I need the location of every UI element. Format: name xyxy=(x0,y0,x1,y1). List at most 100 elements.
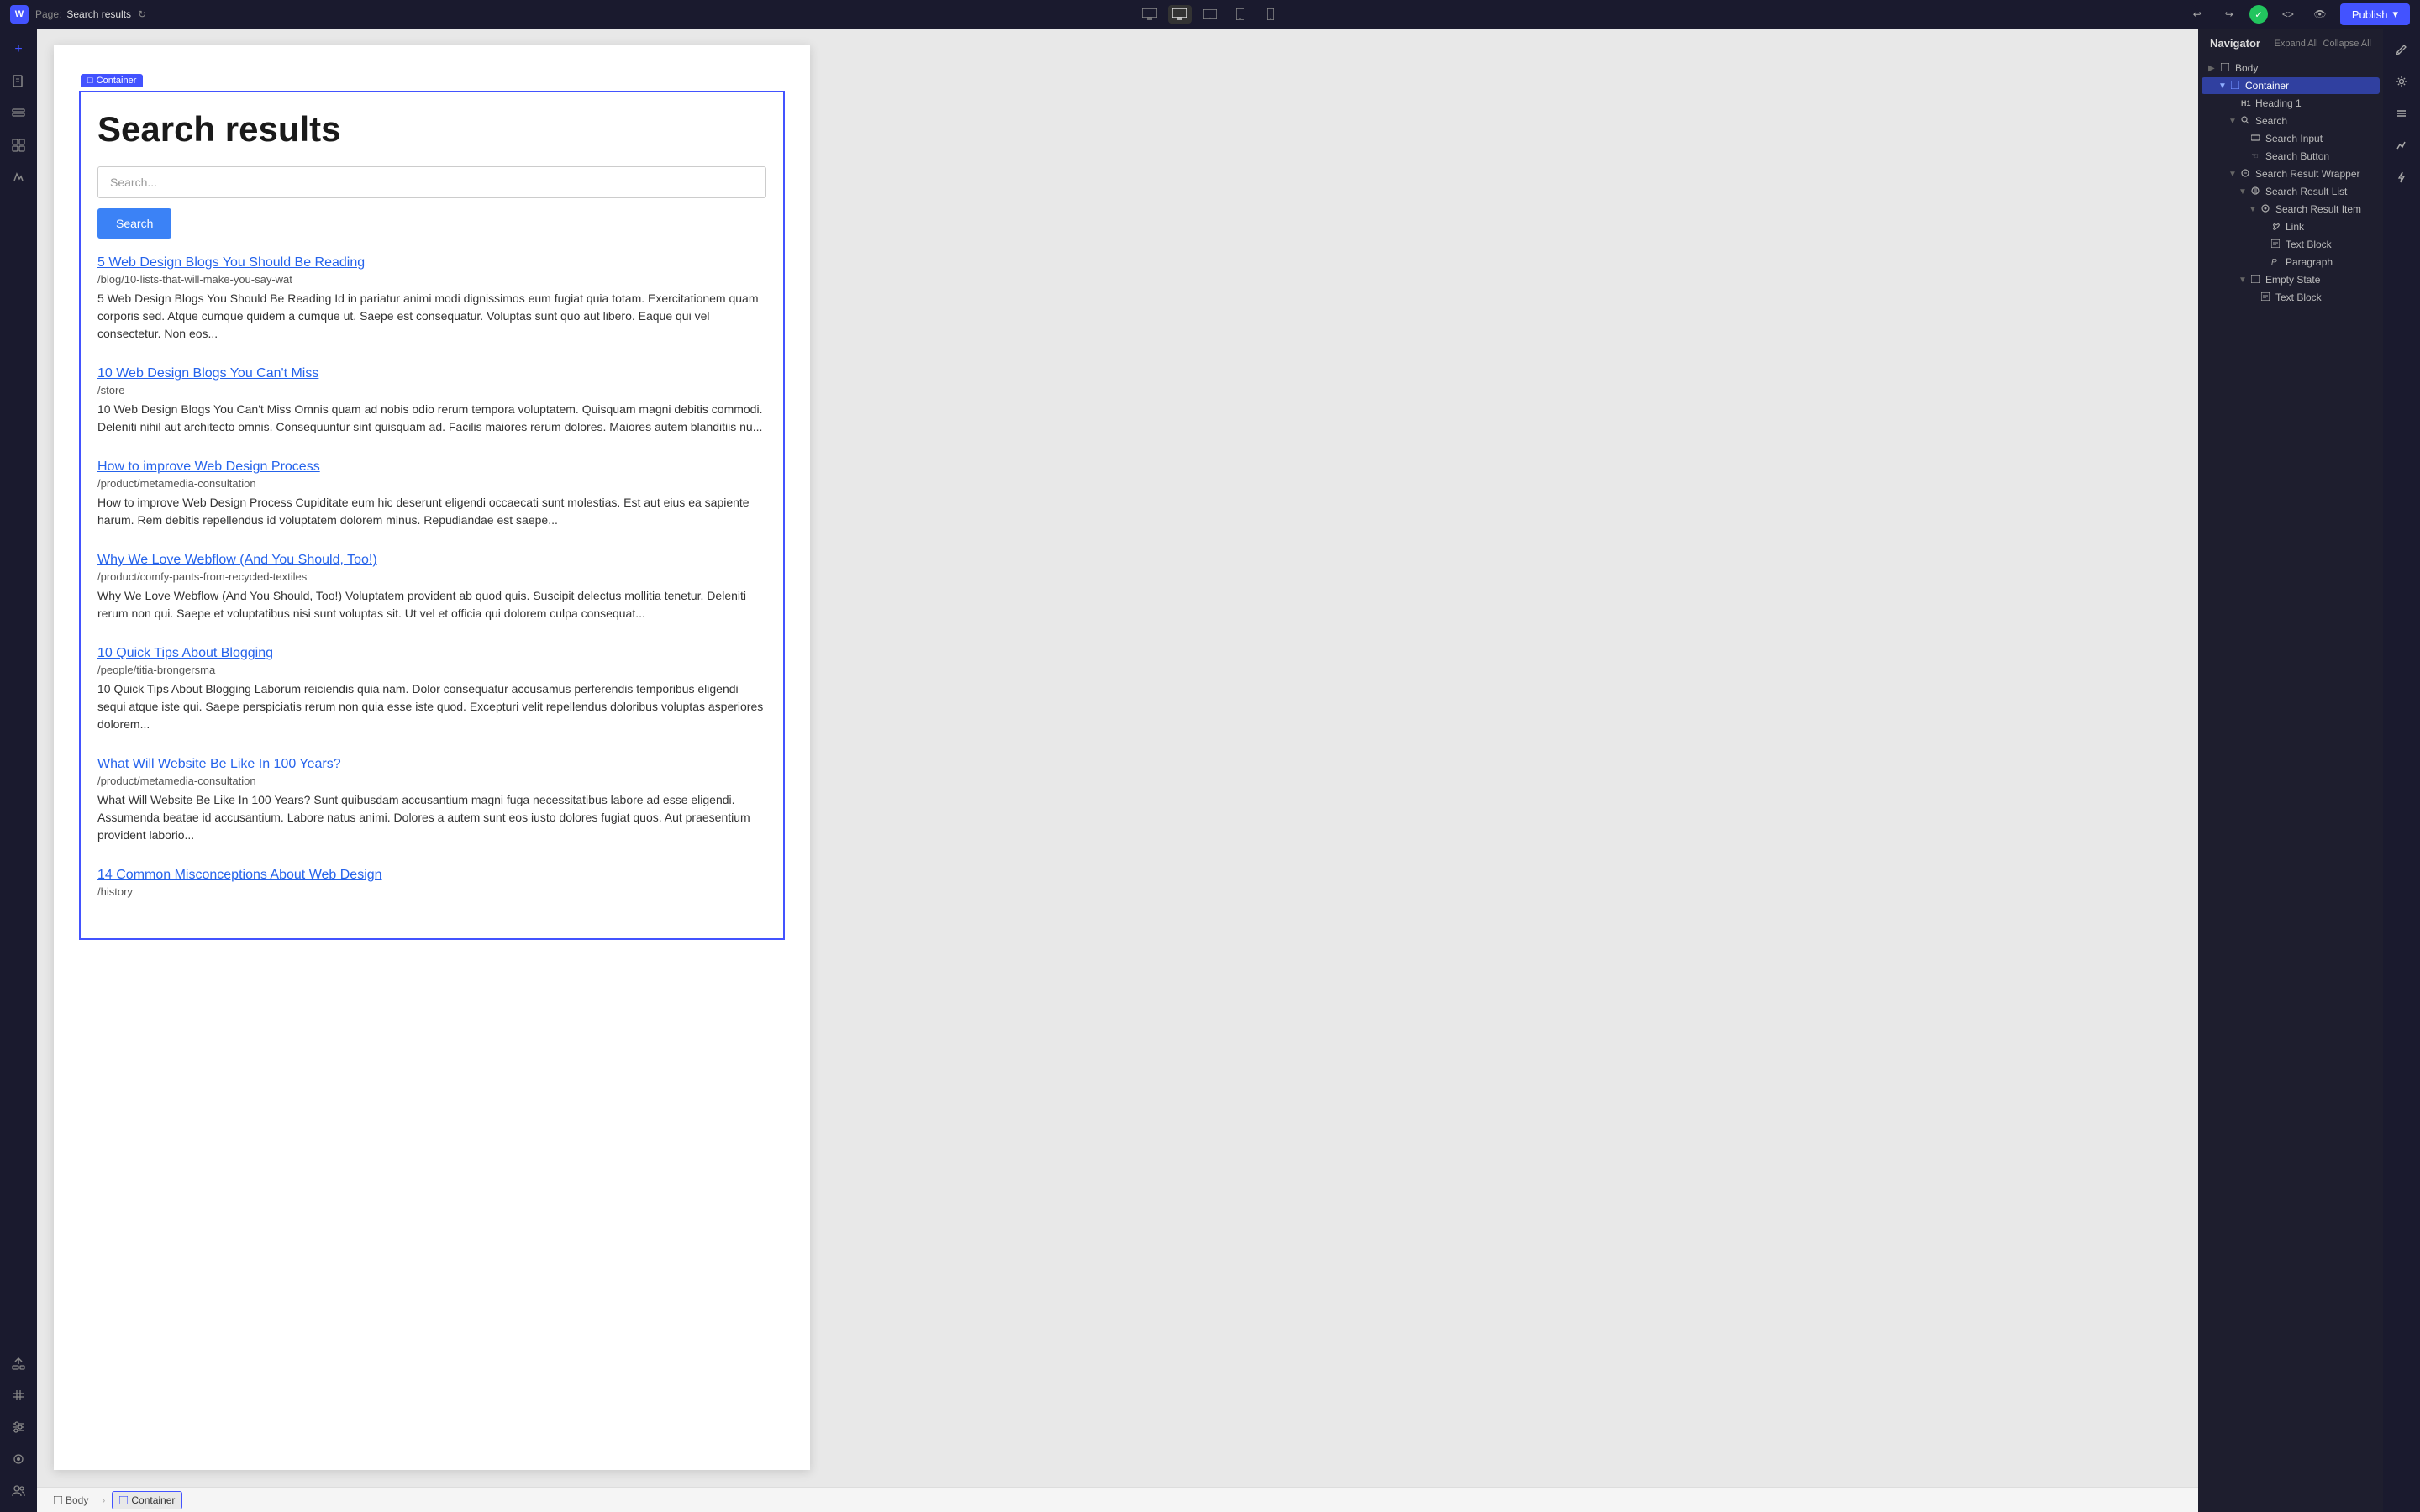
canvas-frame: □ Container Search results Search... Sea… xyxy=(54,45,810,1470)
tree-node-label: Search Result List xyxy=(2265,186,2347,197)
sidebar-plugin-icon[interactable] xyxy=(4,1445,33,1473)
container-element[interactable]: □ Container Search results Search... Sea… xyxy=(79,91,785,940)
result-link[interactable]: 5 Web Design Blogs You Should Be Reading xyxy=(97,255,766,270)
sidebar-cms-icon[interactable] xyxy=(4,99,33,128)
sidebar-sliders-icon[interactable] xyxy=(4,1413,33,1441)
refresh-icon[interactable]: ↻ xyxy=(138,8,146,20)
search-result: 5 Web Design Blogs You Should Be Reading… xyxy=(97,255,766,343)
tree-node-label: Empty State xyxy=(2265,274,2320,286)
navigator-item-search-input[interactable]: Search Input xyxy=(2202,130,2380,147)
search-result: 10 Quick Tips About Blogging /people/tit… xyxy=(97,646,766,733)
breadcrumb-body[interactable]: Body xyxy=(47,1492,95,1509)
tool-bolt[interactable] xyxy=(2387,163,2416,192)
redo-button[interactable]: ↪ xyxy=(2217,3,2241,26)
view-tablet-landscape[interactable] xyxy=(1198,5,1222,24)
search-result: Why We Love Webflow (And You Should, Too… xyxy=(97,553,766,622)
tree-node-icon: H1 xyxy=(2241,98,2253,108)
code-view-button[interactable]: <> xyxy=(2276,3,2300,26)
search-input-field[interactable]: Search... xyxy=(97,166,766,198)
tree-node-label: Search xyxy=(2255,115,2287,127)
publish-button[interactable]: Publish ▾ xyxy=(2340,3,2410,25)
page-label: Page: xyxy=(35,8,61,20)
sidebar-select-icon[interactable] xyxy=(4,1349,33,1378)
tool-menu[interactable] xyxy=(2387,99,2416,128)
collapse-all-button[interactable]: Collapse All xyxy=(2323,39,2371,49)
sidebar-bottom xyxy=(4,1349,33,1505)
tool-chart[interactable] xyxy=(2387,131,2416,160)
tree-node-label: Text Block xyxy=(2286,239,2332,250)
tree-node-label: Paragraph xyxy=(2286,256,2333,268)
publish-label: Publish xyxy=(2352,8,2388,21)
result-desc: 10 Quick Tips About Blogging Laborum rei… xyxy=(97,680,766,733)
tree-node-icon xyxy=(2251,186,2263,197)
breadcrumb-container[interactable]: Container xyxy=(112,1491,182,1509)
sidebar-pages-icon[interactable] xyxy=(4,67,33,96)
navigator-item-search-result-item[interactable]: ▼ Search Result Item xyxy=(2202,201,2380,218)
sidebar-grid-icon[interactable] xyxy=(4,1381,33,1410)
result-link[interactable]: 10 Web Design Blogs You Can't Miss xyxy=(97,366,766,381)
tree-node-icon xyxy=(2261,204,2273,215)
tree-node-icon xyxy=(2221,63,2233,74)
tree-chevron: ▼ xyxy=(2228,117,2238,126)
navigator-item-search-button[interactable]: ☜ Search Button xyxy=(2202,148,2380,165)
navigator-item-body[interactable]: ▶ Body xyxy=(2202,60,2380,76)
tree-node-icon xyxy=(2251,134,2263,144)
search-results-list: 5 Web Design Blogs You Should Be Reading… xyxy=(97,255,766,898)
navigator-item-search-result-wrapper[interactable]: ▼ Search Result Wrapper xyxy=(2202,165,2380,182)
tree-chevron: ▼ xyxy=(2228,170,2238,179)
page-info: Page: Search results xyxy=(35,8,131,20)
result-url: /product/metamedia-consultation xyxy=(97,477,766,490)
tree-chevron: ▼ xyxy=(2238,187,2249,197)
navigator-header: Navigator Expand All Collapse All xyxy=(2198,29,2383,55)
result-desc: Why We Love Webflow (And You Should, Too… xyxy=(97,587,766,622)
sidebar-add-icon[interactable]: + xyxy=(4,35,33,64)
search-button-element[interactable]: Search xyxy=(97,208,171,239)
navigator-item-container[interactable]: ▼ Container xyxy=(2202,77,2380,94)
navigator-item-empty-state[interactable]: ▼ Empty State xyxy=(2202,271,2380,288)
sidebar-users-icon[interactable] xyxy=(4,1477,33,1505)
tree-node-icon xyxy=(2261,292,2273,303)
result-link[interactable]: 10 Quick Tips About Blogging xyxy=(97,646,766,661)
result-url: /blog/10-lists-that-will-make-you-say-wa… xyxy=(97,273,766,286)
result-desc: How to improve Web Design Process Cupidi… xyxy=(97,494,766,529)
preview-button[interactable]: 👁 xyxy=(2308,3,2332,26)
navigator-item-paragraph[interactable]: P Paragraph xyxy=(2202,254,2380,270)
webflow-logo[interactable]: W xyxy=(10,5,29,24)
tool-pencil[interactable] xyxy=(2387,35,2416,64)
result-desc: 10 Web Design Blogs You Can't Miss Omnis… xyxy=(97,401,766,436)
result-link[interactable]: How to improve Web Design Process xyxy=(97,459,766,475)
expand-all-button[interactable]: Expand All xyxy=(2275,39,2318,49)
sidebar-styles-icon[interactable] xyxy=(4,163,33,192)
navigator-item-search[interactable]: ▼ Search xyxy=(2202,113,2380,129)
breadcrumb-container-label: Container xyxy=(131,1494,175,1506)
navigator-item-text-block[interactable]: Text Block xyxy=(2202,236,2380,253)
tree-node-label: Search Result Item xyxy=(2275,203,2361,215)
view-mobile[interactable] xyxy=(1259,5,1282,24)
view-desktop-xl[interactable] xyxy=(1138,5,1161,24)
navigator-item-link[interactable]: Link xyxy=(2202,218,2380,235)
sidebar-assets-icon[interactable] xyxy=(4,131,33,160)
canvas-area: □ Container Search results Search... Sea… xyxy=(37,29,2198,1512)
undo-button[interactable]: ↩ xyxy=(2186,3,2209,26)
navigator-item-search-result-list[interactable]: ▼ Search Result List xyxy=(2202,183,2380,200)
result-link[interactable]: What Will Website Be Like In 100 Years? xyxy=(97,757,766,772)
tree-node-icon xyxy=(2241,116,2253,127)
navigator-item-text-block-2[interactable]: Text Block xyxy=(2202,289,2380,306)
panel-actions: Expand All Collapse All xyxy=(2275,39,2371,49)
search-result: What Will Website Be Like In 100 Years? … xyxy=(97,757,766,844)
view-tablet-portrait[interactable] xyxy=(1228,5,1252,24)
tree-chevron: ▼ xyxy=(2249,205,2259,214)
tool-gear[interactable] xyxy=(2387,67,2416,96)
result-link[interactable]: 14 Common Misconceptions About Web Desig… xyxy=(97,868,766,883)
view-desktop[interactable] xyxy=(1168,5,1192,24)
result-url: /product/metamedia-consultation xyxy=(97,774,766,787)
left-sidebar: + xyxy=(0,29,37,1512)
tree-node-icon xyxy=(2271,239,2283,250)
page-name: Search results xyxy=(66,8,131,20)
result-link[interactable]: Why We Love Webflow (And You Should, Too… xyxy=(97,553,766,568)
right-tools-panel xyxy=(2383,29,2420,1512)
navigator-tree: ▶ Body ▼ Container H1 Heading 1 ▼ Search… xyxy=(2198,55,2383,1512)
top-bar: W Page: Search results ↻ ↩ ↪ ✓ <> 👁 Publ… xyxy=(0,0,2420,29)
canvas-container[interactable]: □ Container Search results Search... Sea… xyxy=(37,29,2198,1487)
navigator-item-heading1[interactable]: H1 Heading 1 xyxy=(2202,95,2380,112)
